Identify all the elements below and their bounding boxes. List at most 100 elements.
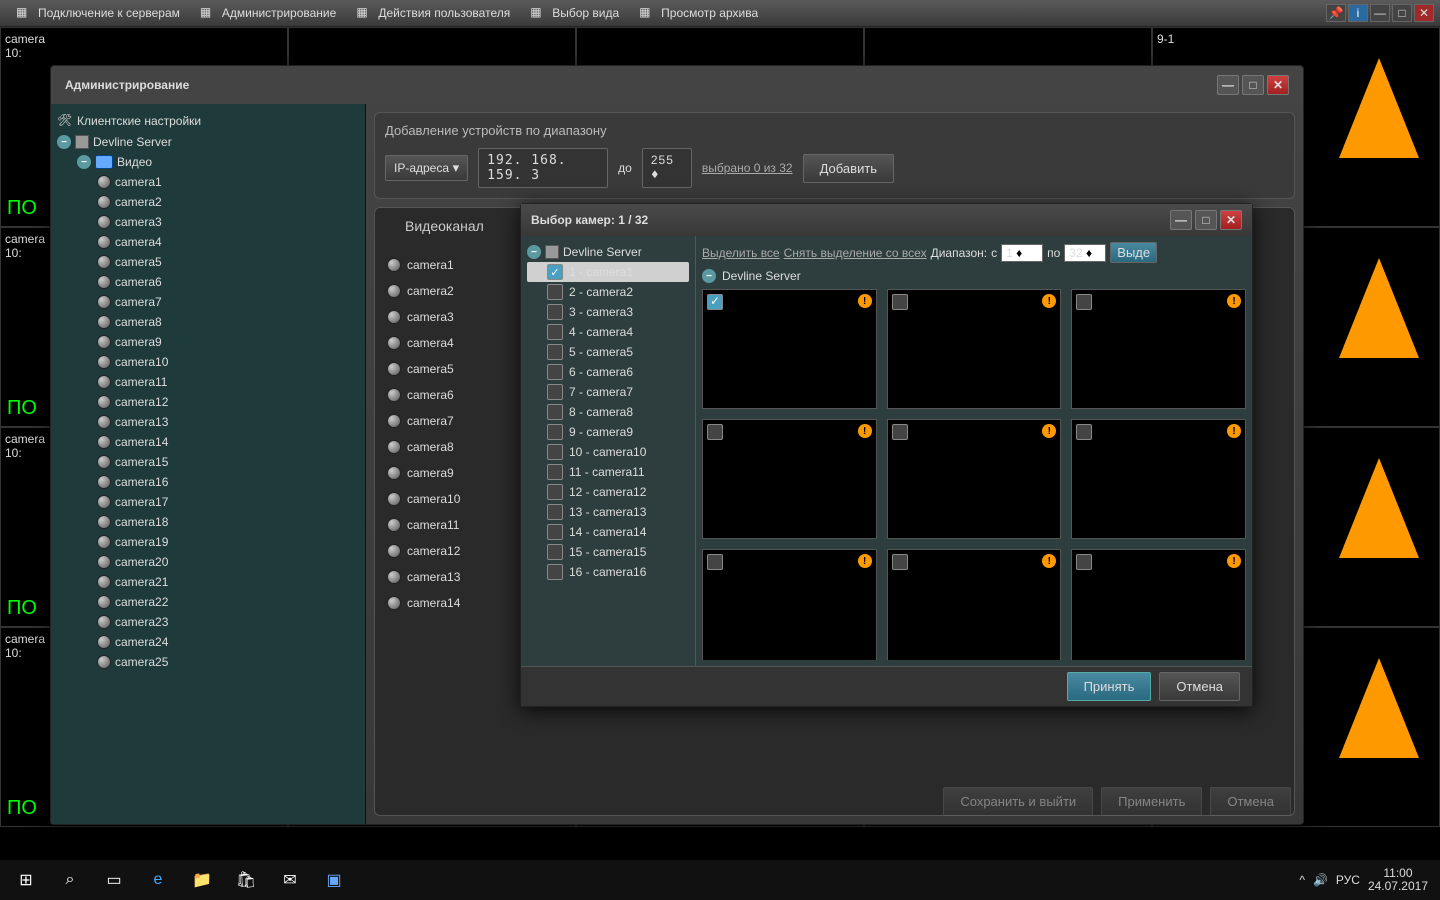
channel-item[interactable]: camera4 [383,330,482,356]
sidebar-camera-item[interactable]: camera1 [91,172,365,192]
channel-item[interactable]: camera9 [383,460,482,486]
dialog-camera-item[interactable]: 7 - camera7 [527,382,689,402]
selected-link[interactable]: выбрано 0 из 32 [702,161,793,175]
sidebar-camera-item[interactable]: camera20 [91,552,365,572]
dialog-camera-item[interactable]: 14 - camera14 [527,522,689,542]
app-icon[interactable]: ▣ [312,860,356,900]
expander-icon[interactable]: − [527,245,541,259]
dialog-camera-item[interactable]: 10 - camera10 [527,442,689,462]
sound-icon[interactable]: 🔊 [1313,873,1328,887]
menu-film[interactable]: ▦Просмотр архива [629,3,768,23]
sidebar-camera-item[interactable]: camera9 [91,332,365,352]
sidebar-camera-item[interactable]: camera12 [91,392,365,412]
sidebar-camera-item[interactable]: camera23 [91,612,365,632]
dialog-minimize-button[interactable]: — [1170,210,1192,230]
channel-item[interactable]: camera13 [383,564,482,590]
camera-checkbox[interactable] [547,264,563,280]
mail-icon[interactable]: ✉ [268,860,312,900]
dialog-camera-item[interactable]: 15 - camera15 [527,542,689,562]
deselect-all-link[interactable]: Снять выделение со всех [784,246,927,260]
expander-icon[interactable]: − [77,155,91,169]
start-button[interactable]: ⊞ [4,860,48,900]
camera-thumbnail[interactable]: ! [887,419,1062,539]
camera-checkbox[interactable] [547,524,563,540]
camera-thumbnail[interactable]: ! [1071,549,1246,660]
thumb-checkbox[interactable] [892,554,908,570]
dialog-ok-button[interactable]: Принять [1067,672,1152,701]
dialog-cancel-button[interactable]: Отмена [1159,672,1240,701]
tray-up-icon[interactable]: ^ [1299,873,1305,887]
sidebar-camera-item[interactable]: camera4 [91,232,365,252]
sidebar-camera-item[interactable]: camera19 [91,532,365,552]
select-range-button[interactable]: Выде [1110,242,1157,263]
dialog-camera-item[interactable]: 16 - camera16 [527,562,689,582]
sidebar-camera-item[interactable]: camera17 [91,492,365,512]
dialog-camera-item[interactable]: 9 - camera9 [527,422,689,442]
camera-checkbox[interactable] [547,284,563,300]
camera-thumbnail[interactable]: ! [702,549,877,660]
menu-tools[interactable]: ▦Администрирование [190,3,346,23]
select-all-link[interactable]: Выделить все [702,246,780,260]
sidebar-camera-item[interactable]: camera11 [91,372,365,392]
camera-checkbox[interactable] [547,564,563,580]
menu-grid[interactable]: ▦Выбор вида [520,3,629,23]
range-from-input[interactable]: 1 ♦ [1001,244,1043,262]
sidebar-camera-item[interactable]: camera3 [91,212,365,232]
admin-maximize-button[interactable]: □ [1242,75,1264,95]
minimize-button[interactable]: — [1370,4,1390,22]
dialog-camera-item[interactable]: 1 - camera1 [527,262,689,282]
channel-item[interactable]: camera5 [383,356,482,382]
dialog-maximize-button[interactable]: □ [1195,210,1217,230]
camera-checkbox[interactable] [547,504,563,520]
dialog-camera-item[interactable]: 5 - camera5 [527,342,689,362]
sidebar-camera-item[interactable]: camera6 [91,272,365,292]
camera-checkbox[interactable] [547,304,563,320]
maximize-button[interactable]: □ [1392,4,1412,22]
camera-checkbox[interactable] [547,464,563,480]
channel-item[interactable]: camera2 [383,278,482,304]
thumb-checkbox[interactable] [707,424,723,440]
dialog-camera-item[interactable]: 4 - camera4 [527,322,689,342]
sidebar-camera-item[interactable]: camera24 [91,632,365,652]
sidebar-camera-item[interactable]: camera14 [91,432,365,452]
camera-checkbox[interactable] [547,484,563,500]
clock-date[interactable]: 24.07.2017 [1368,880,1428,893]
channel-item[interactable]: camera12 [383,538,482,564]
sidebar-camera-item[interactable]: camera8 [91,312,365,332]
pin-button[interactable]: 📌 [1326,4,1346,22]
dialog-camera-item[interactable]: 13 - camera13 [527,502,689,522]
menu-monitor[interactable]: ▦Подключение к серверам [6,3,190,23]
camera-checkbox[interactable] [547,384,563,400]
camera-checkbox[interactable] [547,364,563,380]
channel-item[interactable]: camera6 [383,382,482,408]
apply-button[interactable]: Применить [1101,787,1202,816]
camera-checkbox[interactable] [547,444,563,460]
address-type-select[interactable]: IP-адреса ▾ [385,155,468,181]
search-button[interactable]: ⌕ [48,860,92,900]
sidebar-camera-item[interactable]: camera2 [91,192,365,212]
camera-thumbnail[interactable]: ! [1071,419,1246,539]
sidebar-camera-item[interactable]: camera13 [91,412,365,432]
camera-checkbox[interactable] [547,324,563,340]
camera-thumbnail[interactable]: ! [702,289,877,409]
dialog-camera-item[interactable]: 6 - camera6 [527,362,689,382]
sidebar-client-settings[interactable]: 🛠 Клиентские настройки [51,110,365,132]
lang-indicator[interactable]: РУС [1336,873,1360,887]
sidebar-camera-item[interactable]: camera10 [91,352,365,372]
thumb-checkbox[interactable] [1076,294,1092,310]
save-exit-button[interactable]: Сохранить и выйти [943,787,1093,816]
dialog-camera-item[interactable]: 3 - camera3 [527,302,689,322]
sidebar-camera-item[interactable]: camera25 [91,652,365,672]
dialog-camera-item[interactable]: 8 - camera8 [527,402,689,422]
thumb-checkbox[interactable] [892,424,908,440]
store-icon[interactable]: 🛍 [224,860,268,900]
sidebar-server[interactable]: − Devline Server [51,132,365,152]
cancel-button[interactable]: Отмена [1210,787,1291,816]
taskview-button[interactable]: ▭ [92,860,136,900]
sidebar-camera-item[interactable]: camera18 [91,512,365,532]
sidebar-camera-item[interactable]: camera7 [91,292,365,312]
thumb-checkbox[interactable] [1076,424,1092,440]
ip-from-input[interactable]: 192. 168. 159. 3 [478,148,608,188]
channel-item[interactable]: camera10 [383,486,482,512]
dialog-camera-item[interactable]: 12 - camera12 [527,482,689,502]
